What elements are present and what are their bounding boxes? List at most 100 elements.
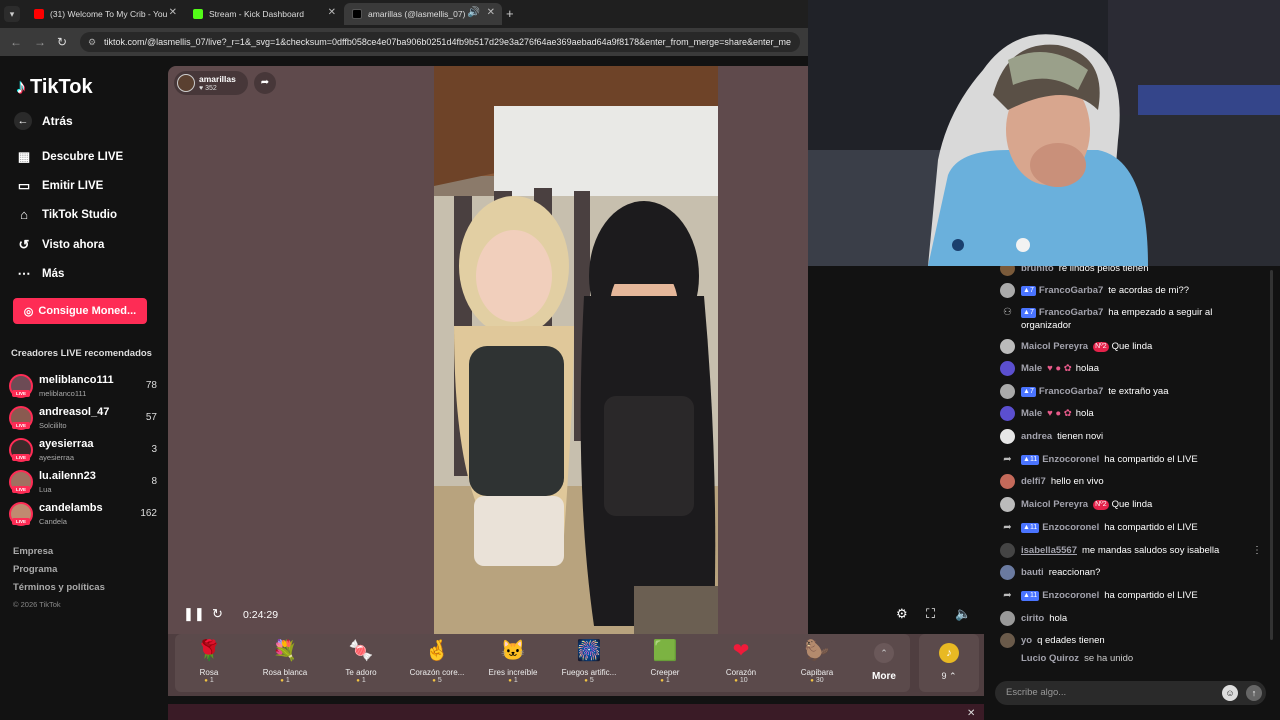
close-tab-icon[interactable]: ✕: [328, 7, 336, 18]
browser-tab-tiktok[interactable]: amarillas (@lasmellis_07) e 🔊 ✕: [344, 3, 502, 25]
chat-username[interactable]: Enzocoronel: [1042, 590, 1099, 601]
heart-icon: ❤: [732, 640, 750, 662]
chat-username[interactable]: FrancoGarba7: [1039, 386, 1103, 397]
chat-message[interactable]: Maicol Pereyra Nº2 Que linda: [1000, 339, 1262, 354]
chat-username[interactable]: Male: [1021, 408, 1042, 419]
chat-username[interactable]: Maicol Pereyra: [1021, 341, 1088, 352]
chat-username[interactable]: Maicol Pereyra: [1021, 499, 1088, 510]
menu-item-descubre-live[interactable]: ▦ Descubre LIVE: [16, 149, 123, 165]
back-arrow-icon[interactable]: ←: [10, 35, 22, 49]
gift-eres-increible[interactable]: 🐱 Eres increíble1: [475, 634, 551, 692]
get-coins-button[interactable]: ◎ Consigue Moned...: [13, 298, 147, 324]
gift-creeper[interactable]: 🟩 Creeper1: [627, 634, 703, 692]
chat-username[interactable]: Lucio Quiroz: [1021, 653, 1079, 664]
menu-item-tiktok-studio[interactable]: ⌂ TikTok Studio: [16, 207, 117, 222]
new-tab-button[interactable]: +: [506, 6, 514, 21]
gift-corazon[interactable]: ❤ Corazón10: [703, 634, 779, 692]
coin-balance: 9: [941, 671, 947, 681]
creator-item[interactable]: LIVE lu.ailenn23 Lua 8: [9, 468, 159, 496]
gift-rosa-blanca[interactable]: 💐 Rosa blanca1: [247, 634, 323, 692]
chat-message[interactable]: isabella5567 me mandas saludos soy isabel…: [1000, 543, 1262, 558]
gift-capibara[interactable]: 🦫 Capibara30: [779, 634, 855, 692]
creator-name: ayesierraa: [39, 438, 94, 450]
copyright: © 2026 TikTok: [13, 600, 61, 609]
share-icon[interactable]: ➦: [254, 72, 276, 94]
browser-tab-kick[interactable]: Stream - Kick Dashboard ✕: [185, 3, 343, 25]
chat-username[interactable]: isabella5567: [1021, 545, 1077, 556]
pause-icon[interactable]: ❚❚: [183, 606, 205, 622]
rank-badge: Nº2: [1093, 500, 1109, 510]
close-icon[interactable]: ✕: [967, 708, 975, 719]
volume-icon[interactable]: 🔈: [955, 606, 971, 622]
follow-icon: ⚇: [1003, 307, 1012, 318]
footer-link-programa[interactable]: Programa: [13, 564, 57, 575]
forward-arrow-icon[interactable]: →: [34, 35, 46, 49]
tiktok-logo[interactable]: ♪ TikTok: [16, 76, 93, 99]
chat-username[interactable]: Male: [1021, 363, 1042, 374]
reload-icon[interactable]: ↻: [57, 35, 67, 49]
gift-price: 5: [551, 677, 627, 684]
chat-message[interactable]: Male ♥ ● ✿ holaa: [1000, 361, 1262, 376]
creator-item[interactable]: LIVE andreasol_47 Solcililto 57: [9, 404, 159, 432]
chat-message[interactable]: ▲7 FrancoGarba7 te extraño yaa: [1000, 384, 1262, 399]
chat-message[interactable]: Maicol Pereyra Nº2 Que linda: [1000, 497, 1262, 512]
send-icon[interactable]: ↑: [1246, 685, 1262, 701]
gift-price: 10: [703, 677, 779, 684]
tab-list-button[interactable]: ▾: [4, 6, 20, 22]
site-info-icon[interactable]: ⚙: [88, 32, 96, 52]
chat-username[interactable]: Enzocoronel: [1042, 522, 1099, 533]
gift-name: Capibara: [800, 668, 834, 677]
settings-icon[interactable]: ⚙: [896, 606, 908, 622]
refresh-icon[interactable]: ↻: [212, 606, 223, 622]
chat-username[interactable]: cirito: [1021, 613, 1044, 624]
creator-item[interactable]: LIVE candelambs Candela 162: [9, 500, 159, 528]
close-tab-icon[interactable]: ✕: [487, 7, 495, 18]
gift-corazon-coreano[interactable]: 🤞 Corazón core...5: [399, 634, 475, 692]
creator-subtitle: Lua: [39, 485, 52, 494]
level-value: 11: [1029, 456, 1038, 463]
creator-item[interactable]: LIVE meliblanco111 meliblanco111 78: [9, 372, 159, 400]
chat-username[interactable]: andrea: [1021, 431, 1052, 442]
chat-username[interactable]: yo: [1021, 635, 1032, 646]
emoji-icon[interactable]: ☺: [1222, 685, 1238, 701]
chat-message[interactable]: ▲7 FrancoGarba7 te acordas de mi??: [1000, 283, 1262, 298]
address-bar[interactable]: ⚙ tiktok.com/@lasmellis_07/live?_r=1&_sv…: [80, 32, 800, 52]
footer-link-terminos[interactable]: Términos y políticas: [13, 582, 105, 593]
chat-input[interactable]: Escribe algo... ☺ ↑: [995, 681, 1266, 705]
coin-balance-button[interactable]: ♪ 9 ⌃: [919, 634, 979, 692]
live-video[interactable]: [434, 66, 718, 634]
creator-item[interactable]: LIVE ayesierraa ayesierraa 3: [9, 436, 159, 464]
level-value: 11: [1029, 592, 1038, 599]
back-button[interactable]: ← Atrás: [14, 112, 73, 130]
chat-username[interactable]: FrancoGarba7: [1039, 307, 1103, 318]
chat-username[interactable]: delfi7: [1021, 476, 1046, 487]
gift-te-adoro[interactable]: 🍬 Te adoro1: [323, 634, 399, 692]
chat-message[interactable]: cirito hola: [1000, 611, 1262, 626]
close-tab-icon[interactable]: ✕: [169, 7, 177, 18]
gift-fuegos-artificiales[interactable]: 🎆 Fuegos artific...5: [551, 634, 627, 692]
chat-message[interactable]: yo q edades tienen: [1000, 633, 1262, 648]
browser-tab-youtube[interactable]: (31) Welcome To My Crib - You ✕: [26, 3, 184, 25]
menu-item-emitir-live[interactable]: ▭ Emitir LIVE: [16, 178, 104, 194]
more-gifts-button[interactable]: ⌃ More: [872, 643, 896, 682]
gift-rosa[interactable]: 🌹 Rosa1: [171, 634, 247, 692]
chat-message[interactable]: delfi7 hello en vivo: [1000, 474, 1262, 489]
host-info[interactable]: amarillas ♥ 352: [174, 71, 248, 95]
footer-link-empresa[interactable]: Empresa: [13, 546, 53, 557]
chat-message[interactable]: Male ♥ ● ✿ hola: [1000, 406, 1262, 421]
menu-item-mas[interactable]: ⋯ Más: [16, 266, 65, 282]
chat-scrollbar[interactable]: [1270, 270, 1273, 640]
fullscreen-icon[interactable]: ⛶: [926, 606, 935, 622]
speaker-icon[interactable]: 🔊: [468, 7, 480, 18]
chat-message[interactable]: bauti reaccionan?: [1000, 565, 1262, 580]
message-options-icon[interactable]: ⋮: [1252, 545, 1262, 556]
menu-label: Visto ahora: [42, 239, 105, 251]
chat-username[interactable]: bauti: [1021, 567, 1044, 578]
menu-item-visto-ahora[interactable]: ↺ Visto ahora: [16, 237, 105, 253]
chat-username[interactable]: Enzocoronel: [1042, 454, 1099, 465]
video-frame: [434, 66, 718, 634]
chat-username[interactable]: FrancoGarba7: [1039, 285, 1103, 296]
chat-message[interactable]: andrea tienen novi: [1000, 429, 1262, 444]
cat-icon: 🐱: [500, 640, 526, 662]
creator-subtitle: meliblanco111: [39, 389, 87, 398]
